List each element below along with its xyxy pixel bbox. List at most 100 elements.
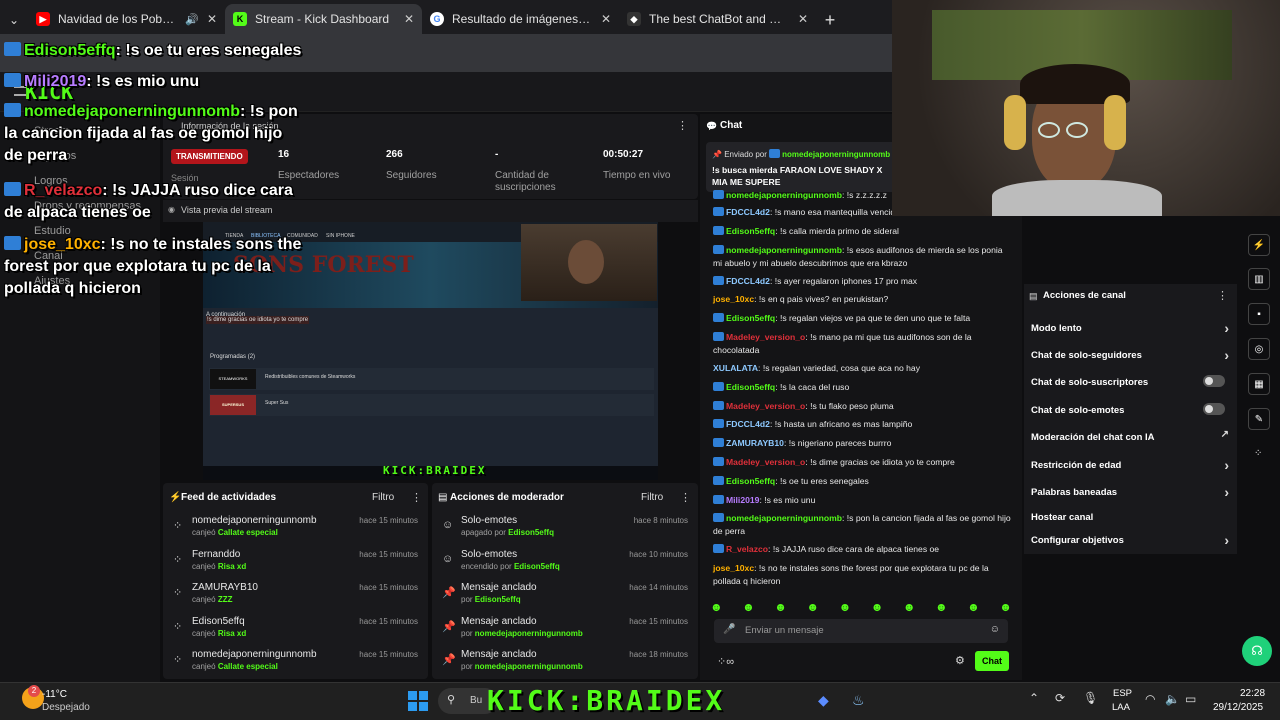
toggle-switch[interactable] <box>1203 375 1225 387</box>
channel-action-row[interactable]: Modo lento › <box>1031 320 1229 336</box>
chat-icon[interactable]: ▪ <box>1248 303 1270 325</box>
chat-username[interactable]: FDCCL4d2 <box>726 276 770 286</box>
tab-search-button[interactable]: ⌄ <box>0 6 28 34</box>
microphone-icon[interactable]: 🎙 <box>1083 691 1098 705</box>
channel-action-row[interactable]: Chat de solo-suscriptores <box>1031 375 1229 388</box>
feed-username[interactable]: ZAMURAYB10 <box>192 582 258 593</box>
emote-icon[interactable]: ☻ <box>999 600 1012 614</box>
chat-input[interactable]: 🎤 Enviar un mensaje ☺ <box>714 619 1008 643</box>
chat-username[interactable]: R_velazco <box>726 544 768 554</box>
library-item[interactable]: STEAMWORKS Redistribuibles comunes de St… <box>209 368 654 390</box>
chat-username[interactable]: nomedejaponerningunnomb <box>726 190 842 200</box>
library-item[interactable]: SUPERSUS Super Sus <box>209 394 654 416</box>
microphone-icon[interactable]: 🎤 <box>723 624 735 635</box>
channel-action-row[interactable]: Moderación del chat con IA ↗ <box>1031 429 1229 443</box>
steam-icon[interactable]: ♨ <box>852 692 865 709</box>
emote-icon[interactable]: ☻ <box>935 600 948 614</box>
browser-tab-botrix[interactable]: ◆ The best ChatBot and Widgets ✕ <box>619 4 816 34</box>
feed-row[interactable]: ⁘ nomedejaponerningunnomb canjeó Callate e… <box>163 647 428 680</box>
mod-action-user[interactable]: Edison5effq <box>508 528 554 537</box>
clock-time[interactable]: 22:28 <box>1240 688 1265 699</box>
browser-tab-kick[interactable]: K Stream - Kick Dashboard ✕ <box>225 4 422 34</box>
keyboard-layout[interactable]: LAA <box>1112 702 1130 713</box>
channel-action-row[interactable]: Restricción de edad › <box>1031 457 1229 473</box>
feed-username[interactable]: Edison5effq <box>192 616 245 627</box>
mod-action-user[interactable]: nomedejaponerningunnomb <box>475 629 583 638</box>
mod-action-row[interactable]: 📌 Mensaje anclado por nomedejaponerningunn… <box>432 647 698 680</box>
emote-icon[interactable]: ☻ <box>839 600 852 614</box>
close-tab-icon[interactable]: ✕ <box>798 12 808 26</box>
more-options-icon[interactable]: ⋮ <box>411 491 422 504</box>
language-code[interactable]: ESP <box>1113 688 1132 699</box>
channel-action-row[interactable]: Hostear canal <box>1031 512 1229 523</box>
emoji-icon[interactable]: ☺ <box>990 624 1000 635</box>
chat-username[interactable]: XULALATA <box>713 363 758 373</box>
channel-action-row[interactable]: Palabras baneadas › <box>1031 484 1229 500</box>
feed-row[interactable]: ⁘ Edison5effq canjeó Risa xd hace 15 minuto… <box>163 614 428 647</box>
feed-row[interactable]: ⁘ ZAMURAYB10 canjeó ZZZ hace 15 minutos <box>163 580 428 613</box>
chat-username[interactable]: Edison5effq <box>726 226 775 236</box>
chat-username[interactable]: Edison5effq <box>726 382 775 392</box>
close-tab-icon[interactable]: ✕ <box>404 12 414 26</box>
document-icon[interactable]: ▥ <box>1248 268 1270 290</box>
browser-tab-youtube[interactable]: ▶ Navidad de los Pobres - Yo 🔊 ✕ <box>28 4 225 34</box>
speaker-icon[interactable]: 🔊 <box>185 13 199 26</box>
mod-action-user[interactable]: Edison5effq <box>475 595 521 604</box>
mod-action-row[interactable]: 📌 Mensaje anclado por nomedejaponerningunn… <box>432 614 698 647</box>
chat-username[interactable]: jose_10xc <box>713 563 754 573</box>
chat-username[interactable]: jose_10xc <box>713 294 754 304</box>
filter-button[interactable]: Filtro <box>372 492 394 503</box>
send-chat-button[interactable]: Chat <box>975 651 1009 671</box>
infinity-icon[interactable]: ⁘∞ <box>717 655 734 668</box>
broadcast-icon[interactable]: ◎ <box>1248 338 1270 360</box>
close-tab-icon[interactable]: ✕ <box>207 12 217 26</box>
app-icon[interactable]: ◆ <box>818 692 829 709</box>
feed-row[interactable]: ⁘ Fernanddo canjeó Risa xd hace 15 minutos <box>163 547 428 580</box>
channel-action-row[interactable]: Chat de solo-emotes <box>1031 403 1229 416</box>
emote-icon[interactable]: ☻ <box>710 600 723 614</box>
emote-icon[interactable]: ☻ <box>774 600 787 614</box>
more-options-icon[interactable]: ⋮ <box>677 119 688 132</box>
feed-username[interactable]: nomedejaponerningunnomb <box>192 649 317 660</box>
feed-row[interactable]: ⁘ nomedejaponerningunnomb canjeó Callate e… <box>163 513 428 546</box>
chat-username[interactable]: Mili2019 <box>726 495 759 505</box>
clock-date[interactable]: 29/12/2025 <box>1213 702 1263 713</box>
emote-icon[interactable]: ☻ <box>806 600 819 614</box>
wrench-icon[interactable]: ✎ <box>1248 408 1270 430</box>
sync-icon[interactable]: ⟳ <box>1055 691 1065 705</box>
toggle-switch[interactable] <box>1203 403 1225 415</box>
volume-icon[interactable]: 🔈 <box>1165 692 1180 706</box>
lightning-icon[interactable]: ⚡ <box>1248 234 1270 256</box>
battery-icon[interactable]: ▭ <box>1185 692 1196 706</box>
mod-action-user[interactable]: nomedejaponerningunnomb <box>475 662 583 671</box>
feed-username[interactable]: nomedejaponerningunnomb <box>192 515 317 526</box>
more-options-icon[interactable]: ⋮ <box>680 491 691 504</box>
close-tab-icon[interactable]: ✕ <box>601 12 611 26</box>
wifi-icon[interactable]: ◠ <box>1145 692 1155 706</box>
chat-username[interactable]: Edison5effq <box>726 313 775 323</box>
emote-icon[interactable]: ☻ <box>903 600 916 614</box>
emote-icon[interactable]: ☻ <box>967 600 980 614</box>
new-tab-button[interactable]: + <box>816 6 844 34</box>
dots-icon[interactable]: ⁘ <box>1254 448 1262 459</box>
chat-username[interactable]: FDCCL4d2 <box>726 207 770 217</box>
mod-action-user[interactable]: Edison5effq <box>514 562 560 571</box>
windows-start-icon[interactable] <box>408 691 428 711</box>
chat-username[interactable]: nomedejaponerningunnomb <box>726 245 842 255</box>
feed-username[interactable]: Fernanddo <box>192 549 240 560</box>
chat-username[interactable]: nomedejaponerningunnomb <box>726 513 842 523</box>
support-icon[interactable]: ☊ <box>1242 636 1272 666</box>
mod-action-row[interactable]: 📌 Mensaje anclado por Edison5effq hace 14 m… <box>432 580 698 613</box>
mod-action-row[interactable]: ☺ Solo-emotes encendido por Edison5effq hac… <box>432 547 698 580</box>
calendar-icon[interactable]: ▦ <box>1248 373 1270 395</box>
chat-username[interactable]: Edison5effq <box>726 476 775 486</box>
chevron-up-icon[interactable]: ⌃ <box>1029 691 1039 705</box>
channel-action-row[interactable]: Configurar objetivos › <box>1031 532 1229 548</box>
channel-action-row[interactable]: Chat de solo-seguidores › <box>1031 347 1229 363</box>
emote-icon[interactable]: ☻ <box>871 600 884 614</box>
chat-username[interactable]: ZAMURAYB10 <box>726 438 784 448</box>
more-options-icon[interactable]: ⋮ <box>1217 289 1228 302</box>
chat-username[interactable]: Madeley_version_o <box>726 401 805 411</box>
chat-username[interactable]: Madeley_version_o <box>726 457 805 467</box>
chat-username[interactable]: FDCCL4d2 <box>726 419 770 429</box>
